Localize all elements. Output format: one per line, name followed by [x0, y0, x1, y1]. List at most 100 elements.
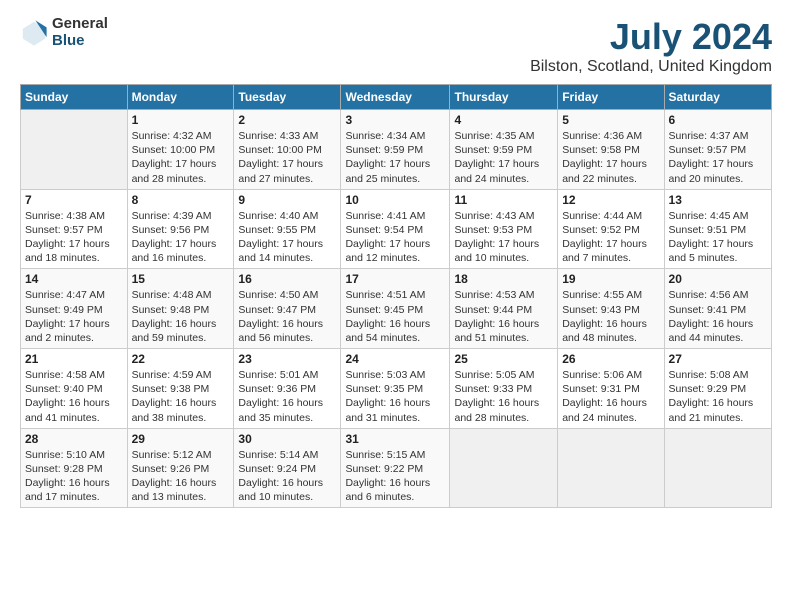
sunrise-text: Sunrise: 5:12 AM	[132, 449, 212, 461]
sunrise-text: Sunrise: 4:38 AM	[25, 210, 105, 222]
calendar-cell: 2 Sunrise: 4:33 AM Sunset: 10:00 PM Dayl…	[234, 110, 341, 190]
daylight-text: Daylight: 16 hours and 24 minutes.	[562, 397, 647, 423]
day-number: 6	[669, 113, 767, 127]
day-number: 9	[238, 193, 336, 207]
sunset-text: Sunset: 9:44 PM	[454, 304, 532, 316]
daylight-text: Daylight: 17 hours and 12 minutes.	[345, 238, 430, 264]
weekday-header: Sunday	[21, 85, 128, 110]
sunset-text: Sunset: 9:26 PM	[132, 463, 210, 475]
weekday-header: Friday	[558, 85, 664, 110]
day-info: Sunrise: 5:10 AM Sunset: 9:28 PM Dayligh…	[25, 448, 123, 505]
calendar-cell: 8 Sunrise: 4:39 AM Sunset: 9:56 PM Dayli…	[127, 189, 234, 269]
day-info: Sunrise: 4:40 AM Sunset: 9:55 PM Dayligh…	[238, 209, 336, 266]
calendar-cell: 18 Sunrise: 4:53 AM Sunset: 9:44 PM Dayl…	[450, 269, 558, 349]
sunrise-text: Sunrise: 4:58 AM	[25, 369, 105, 381]
day-number: 25	[454, 352, 553, 366]
calendar-cell	[558, 428, 664, 508]
day-info: Sunrise: 5:14 AM Sunset: 9:24 PM Dayligh…	[238, 448, 336, 505]
day-number: 26	[562, 352, 659, 366]
daylight-text: Daylight: 16 hours and 54 minutes.	[345, 318, 430, 344]
calendar-cell: 4 Sunrise: 4:35 AM Sunset: 9:59 PM Dayli…	[450, 110, 558, 190]
weekday-row: SundayMondayTuesdayWednesdayThursdayFrid…	[21, 85, 772, 110]
calendar-week-row: 21 Sunrise: 4:58 AM Sunset: 9:40 PM Dayl…	[21, 349, 772, 429]
day-number: 19	[562, 272, 659, 286]
day-info: Sunrise: 5:12 AM Sunset: 9:26 PM Dayligh…	[132, 448, 230, 505]
day-info: Sunrise: 4:36 AM Sunset: 9:58 PM Dayligh…	[562, 129, 659, 186]
day-info: Sunrise: 4:47 AM Sunset: 9:49 PM Dayligh…	[25, 288, 123, 345]
day-info: Sunrise: 4:56 AM Sunset: 9:41 PM Dayligh…	[669, 288, 767, 345]
day-info: Sunrise: 4:48 AM Sunset: 9:48 PM Dayligh…	[132, 288, 230, 345]
daylight-text: Daylight: 17 hours and 20 minutes.	[669, 158, 754, 184]
sunset-text: Sunset: 9:40 PM	[25, 383, 103, 395]
sunset-text: Sunset: 9:49 PM	[25, 304, 103, 316]
sunrise-text: Sunrise: 4:32 AM	[132, 130, 212, 142]
header: General Blue July 2024 Bilston, Scotland…	[20, 16, 772, 76]
day-number: 28	[25, 432, 123, 446]
daylight-text: Daylight: 17 hours and 14 minutes.	[238, 238, 323, 264]
sunrise-text: Sunrise: 4:41 AM	[345, 210, 425, 222]
day-number: 4	[454, 113, 553, 127]
daylight-text: Daylight: 17 hours and 5 minutes.	[669, 238, 754, 264]
sunrise-text: Sunrise: 5:14 AM	[238, 449, 318, 461]
day-number: 1	[132, 113, 230, 127]
daylight-text: Daylight: 17 hours and 2 minutes.	[25, 318, 110, 344]
daylight-text: Daylight: 16 hours and 13 minutes.	[132, 477, 217, 503]
daylight-text: Daylight: 17 hours and 7 minutes.	[562, 238, 647, 264]
weekday-header: Tuesday	[234, 85, 341, 110]
sunrise-text: Sunrise: 4:45 AM	[669, 210, 749, 222]
logo: General Blue	[20, 16, 108, 49]
calendar-cell	[664, 428, 771, 508]
daylight-text: Daylight: 16 hours and 31 minutes.	[345, 397, 430, 423]
day-number: 10	[345, 193, 445, 207]
sunset-text: Sunset: 9:48 PM	[132, 304, 210, 316]
sunset-text: Sunset: 10:00 PM	[238, 144, 321, 156]
calendar-week-row: 14 Sunrise: 4:47 AM Sunset: 9:49 PM Dayl…	[21, 269, 772, 349]
day-number: 15	[132, 272, 230, 286]
sunrise-text: Sunrise: 4:44 AM	[562, 210, 642, 222]
calendar-cell	[21, 110, 128, 190]
sunset-text: Sunset: 9:43 PM	[562, 304, 640, 316]
day-number: 30	[238, 432, 336, 446]
day-info: Sunrise: 4:34 AM Sunset: 9:59 PM Dayligh…	[345, 129, 445, 186]
calendar-cell: 25 Sunrise: 5:05 AM Sunset: 9:33 PM Dayl…	[450, 349, 558, 429]
day-number: 21	[25, 352, 123, 366]
calendar-cell: 26 Sunrise: 5:06 AM Sunset: 9:31 PM Dayl…	[558, 349, 664, 429]
sunset-text: Sunset: 9:59 PM	[454, 144, 532, 156]
day-info: Sunrise: 5:03 AM Sunset: 9:35 PM Dayligh…	[345, 368, 445, 425]
daylight-text: Daylight: 16 hours and 28 minutes.	[454, 397, 539, 423]
calendar-cell: 1 Sunrise: 4:32 AM Sunset: 10:00 PM Dayl…	[127, 110, 234, 190]
day-number: 18	[454, 272, 553, 286]
logo-icon	[20, 19, 48, 47]
day-number: 5	[562, 113, 659, 127]
calendar-week-row: 7 Sunrise: 4:38 AM Sunset: 9:57 PM Dayli…	[21, 189, 772, 269]
day-info: Sunrise: 4:58 AM Sunset: 9:40 PM Dayligh…	[25, 368, 123, 425]
calendar-cell: 13 Sunrise: 4:45 AM Sunset: 9:51 PM Dayl…	[664, 189, 771, 269]
logo-general: General	[52, 16, 108, 33]
sunset-text: Sunset: 9:31 PM	[562, 383, 640, 395]
calendar-cell: 12 Sunrise: 4:44 AM Sunset: 9:52 PM Dayl…	[558, 189, 664, 269]
weekday-header: Thursday	[450, 85, 558, 110]
sunset-text: Sunset: 9:53 PM	[454, 224, 532, 236]
day-info: Sunrise: 4:45 AM Sunset: 9:51 PM Dayligh…	[669, 209, 767, 266]
daylight-text: Daylight: 16 hours and 51 minutes.	[454, 318, 539, 344]
day-info: Sunrise: 4:41 AM Sunset: 9:54 PM Dayligh…	[345, 209, 445, 266]
sunrise-text: Sunrise: 5:01 AM	[238, 369, 318, 381]
sunrise-text: Sunrise: 4:51 AM	[345, 289, 425, 301]
day-info: Sunrise: 4:38 AM Sunset: 9:57 PM Dayligh…	[25, 209, 123, 266]
day-number: 11	[454, 193, 553, 207]
calendar-cell: 6 Sunrise: 4:37 AM Sunset: 9:57 PM Dayli…	[664, 110, 771, 190]
sunrise-text: Sunrise: 4:59 AM	[132, 369, 212, 381]
daylight-text: Daylight: 17 hours and 27 minutes.	[238, 158, 323, 184]
day-number: 3	[345, 113, 445, 127]
day-number: 23	[238, 352, 336, 366]
sunrise-text: Sunrise: 4:50 AM	[238, 289, 318, 301]
sunrise-text: Sunrise: 4:53 AM	[454, 289, 534, 301]
calendar-cell: 14 Sunrise: 4:47 AM Sunset: 9:49 PM Dayl…	[21, 269, 128, 349]
day-number: 13	[669, 193, 767, 207]
sunset-text: Sunset: 9:29 PM	[669, 383, 747, 395]
day-info: Sunrise: 4:53 AM Sunset: 9:44 PM Dayligh…	[454, 288, 553, 345]
calendar-cell: 20 Sunrise: 4:56 AM Sunset: 9:41 PM Dayl…	[664, 269, 771, 349]
calendar-cell: 5 Sunrise: 4:36 AM Sunset: 9:58 PM Dayli…	[558, 110, 664, 190]
sunset-text: Sunset: 9:51 PM	[669, 224, 747, 236]
sunset-text: Sunset: 9:24 PM	[238, 463, 316, 475]
